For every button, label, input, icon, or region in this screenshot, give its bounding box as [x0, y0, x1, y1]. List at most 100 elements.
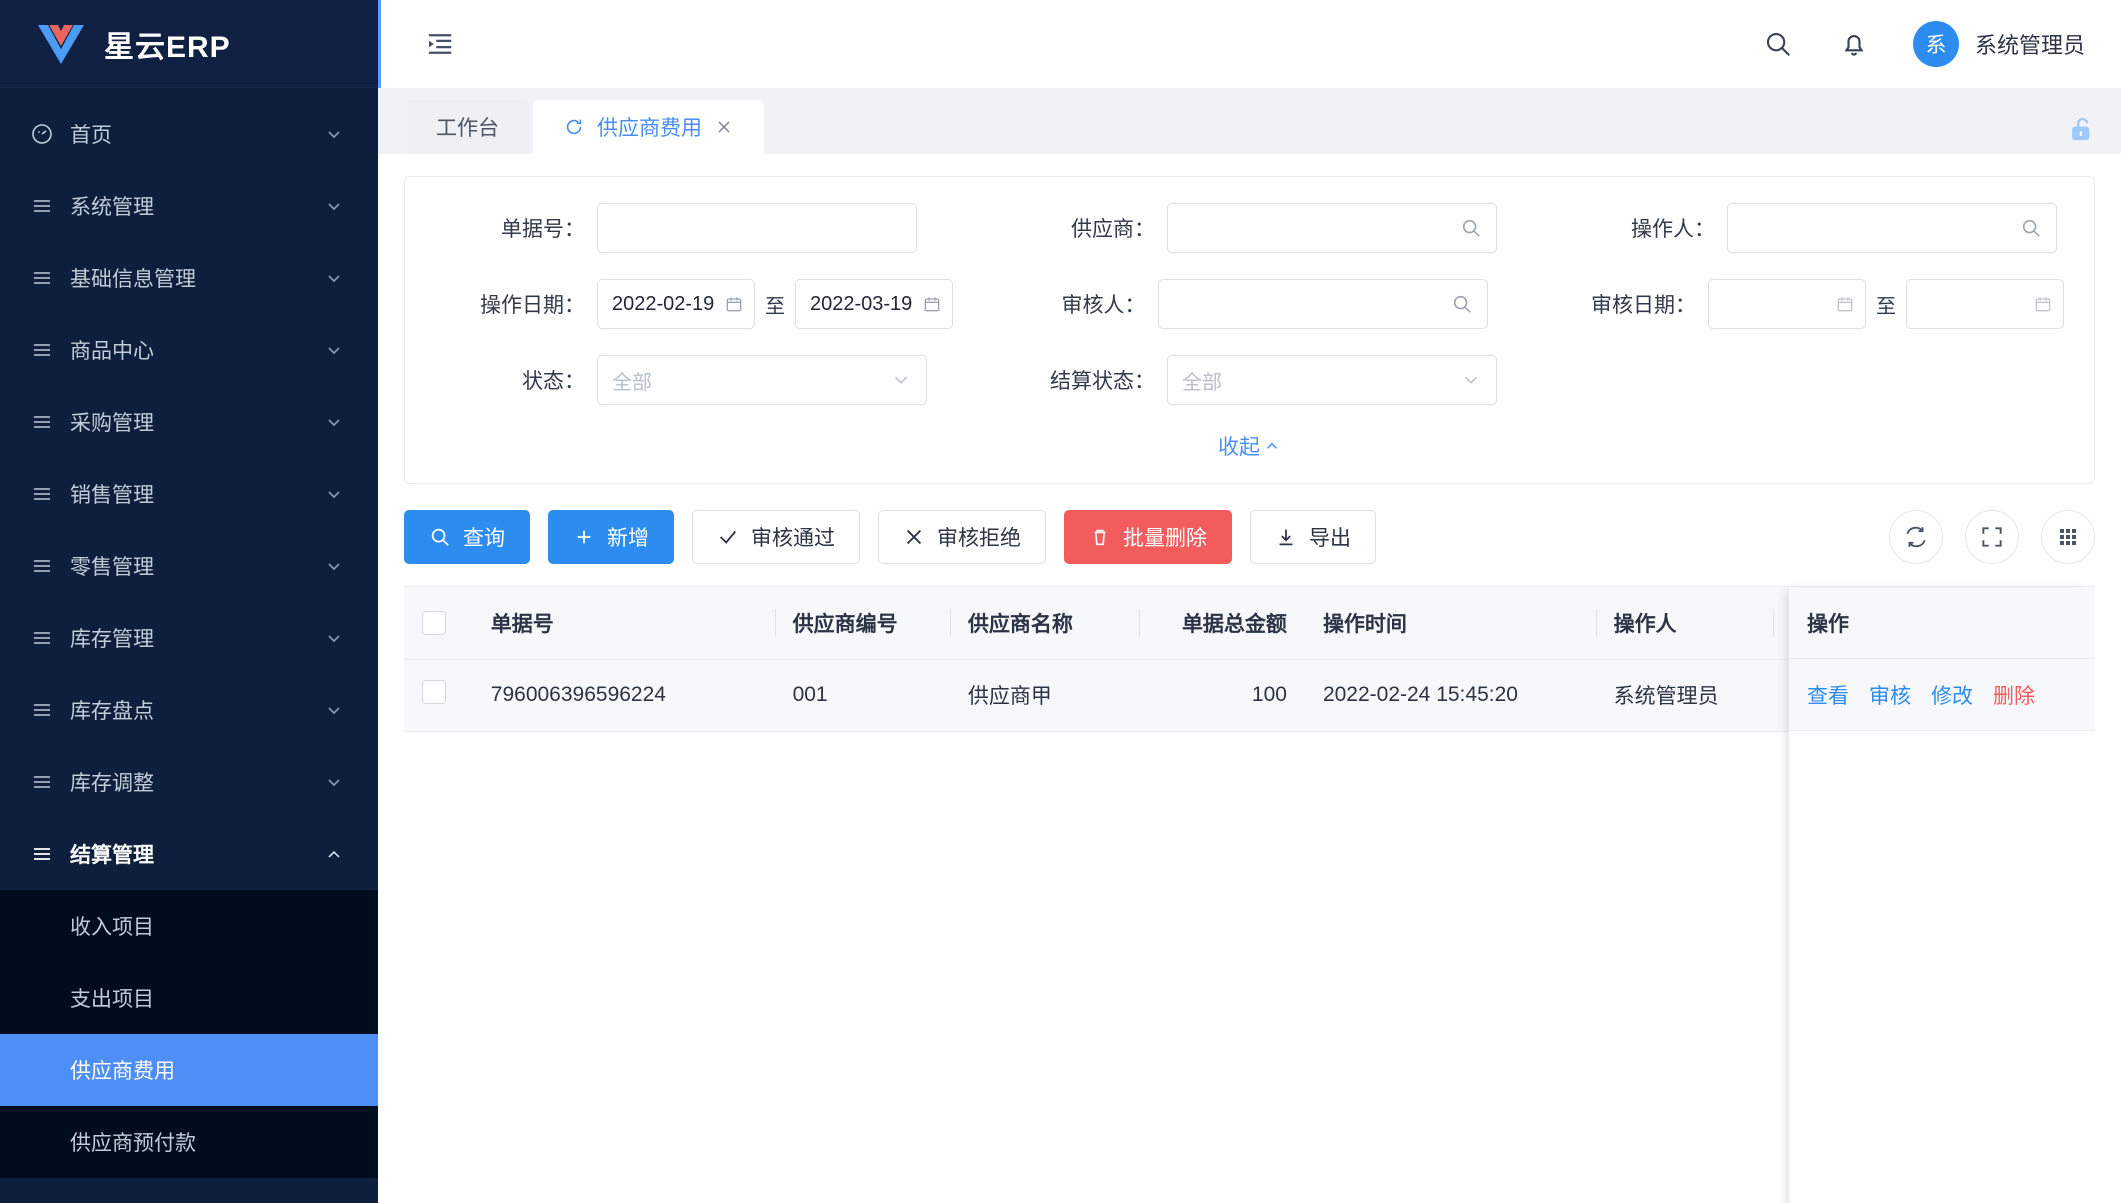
col-doc-no[interactable]: 单据号 [472, 587, 775, 660]
menu-fold-icon[interactable] [417, 21, 463, 67]
sidebar-subitem-supplier-prepay[interactable]: 供应商预付款 [0, 1106, 378, 1178]
audit-approve-button[interactable]: 审核通过 [692, 510, 860, 564]
sidebar: 星云ERP 首页 系统管理 基础信息管理 商品中心 采购管理 销售管理 零售管理… [0, 0, 378, 1203]
collapse-filters-link[interactable]: 收起 [1218, 431, 1281, 461]
fullscreen-button[interactable] [1965, 510, 2019, 564]
sidebar-item-inventory-count[interactable]: 库存盘点 [0, 674, 378, 746]
sidebar-item-label: 结算管理 [70, 844, 154, 867]
col-supplier-code[interactable]: 供应商编号 [774, 587, 950, 660]
query-button[interactable]: 查询 [404, 510, 530, 564]
table-tools [1889, 510, 2095, 564]
sidebar-item-label: 首页 [70, 124, 112, 147]
search-icon[interactable] [1460, 217, 1482, 239]
check-icon [717, 526, 739, 548]
close-icon[interactable] [714, 117, 734, 137]
audit-date-start-input[interactable] [1708, 279, 1866, 329]
sidebar-item-purchase-mgmt[interactable]: 采购管理 [0, 386, 378, 458]
sidebar-subitem-supplier-fee[interactable]: 供应商费用 [0, 1034, 378, 1106]
sidebar-item-inventory-mgmt[interactable]: 库存管理 [0, 602, 378, 674]
filter-audit-date: 审核日期： 至 [1536, 279, 2064, 329]
doc-no-input[interactable] [597, 203, 917, 253]
cell-supplier-name: 供应商甲 [949, 659, 1139, 732]
edit-action[interactable]: 修改 [1931, 680, 1973, 710]
calendar-icon[interactable] [2033, 294, 2053, 314]
sidebar-subitem-label: 供应商费用 [70, 1060, 175, 1083]
batch-delete-button[interactable]: 批量删除 [1064, 510, 1232, 564]
calendar-icon[interactable] [922, 294, 942, 314]
sidebar-subitem-label: 供应商预付款 [70, 1132, 196, 1155]
sidebar-item-basic-info-mgmt[interactable]: 基础信息管理 [0, 242, 378, 314]
sidebar-item-inventory-adjust[interactable]: 库存调整 [0, 746, 378, 818]
tab-label: 供应商费用 [597, 117, 702, 140]
settle-status-select[interactable]: 全部 [1167, 355, 1497, 405]
audit-action[interactable]: 审核 [1869, 680, 1911, 710]
column-label: 操作 [1807, 612, 1849, 636]
unlock-icon[interactable] [2067, 114, 2097, 144]
bell-icon[interactable] [1837, 27, 1871, 61]
col-supplier-name[interactable]: 供应商名称 [949, 587, 1139, 660]
sidebar-subitem-label: 支出项目 [70, 988, 154, 1011]
calendar-icon[interactable] [724, 294, 744, 314]
menu-lines-icon [30, 554, 64, 578]
cell-operator: 系统管理员 [1595, 659, 1774, 732]
sidebar-item-settlement-mgmt[interactable]: 结算管理 [0, 818, 378, 890]
filter-row-3: 状态： 全部 结算状态： 全部 [435, 355, 2064, 405]
export-button[interactable]: 导出 [1250, 510, 1376, 564]
add-button[interactable]: 新增 [548, 510, 674, 564]
search-icon[interactable] [2020, 217, 2042, 239]
audit-date-separator: 至 [1876, 295, 1896, 318]
sidebar-item-label: 库存管理 [70, 628, 154, 651]
row-actions: 查看 审核 修改 删除 [1807, 680, 2035, 710]
operator-input[interactable] [1727, 203, 2057, 253]
view-action[interactable]: 查看 [1807, 680, 1849, 710]
filter-supplier: 供应商： [995, 203, 1555, 253]
auditor-input[interactable] [1157, 279, 1488, 329]
sidebar-item-system-mgmt[interactable]: 系统管理 [0, 170, 378, 242]
status-select[interactable]: 全部 [597, 355, 927, 405]
refresh-table-button[interactable] [1889, 510, 1943, 564]
user-menu[interactable]: 系 系统管理员 [1912, 21, 2085, 67]
status-value: 全部 [612, 371, 652, 394]
fixed-action-column: 操作 查看 审核 修改 删除 [1789, 587, 2095, 1203]
sidebar-item-retail-mgmt[interactable]: 零售管理 [0, 530, 378, 602]
sidebar-item-product-center[interactable]: 商品中心 [0, 314, 378, 386]
op-date-end-input[interactable]: 2022-03-19 [795, 279, 953, 329]
col-operator[interactable]: 操作人 [1595, 587, 1774, 660]
tab-supplier-fee[interactable]: 供应商费用 [533, 100, 764, 154]
chevron-down-icon[interactable] [1460, 369, 1482, 391]
fixed-column-divider [1788, 587, 1789, 732]
sidebar-item-sales-mgmt[interactable]: 销售管理 [0, 458, 378, 530]
sidebar-subitem-expense-items[interactable]: 支出项目 [0, 962, 378, 1034]
audit-reject-button[interactable]: 审核拒绝 [878, 510, 1046, 564]
col-total-amount[interactable]: 单据总金额 [1138, 587, 1305, 660]
select-all-checkbox[interactable] [422, 610, 446, 635]
sidebar-item-home[interactable]: 首页 [0, 98, 378, 170]
menu-lines-icon [30, 482, 64, 506]
filter-label: 单据号： [501, 218, 585, 241]
chevron-down-icon [324, 196, 344, 216]
brand-name: 星云ERP [104, 30, 231, 64]
supplier-input[interactable] [1167, 203, 1497, 253]
x-icon [903, 526, 925, 548]
column-settings-button[interactable] [2041, 510, 2095, 564]
chevron-up-icon [324, 844, 344, 864]
chevron-down-icon [324, 412, 344, 432]
chevron-down-icon[interactable] [890, 369, 912, 391]
tab-workbench[interactable]: 工作台 [406, 100, 529, 154]
row-checkbox[interactable] [422, 680, 446, 704]
delete-action[interactable]: 删除 [1993, 680, 2035, 710]
col-op-time[interactable]: 操作时间 [1304, 587, 1596, 660]
chevron-down-icon [324, 124, 344, 144]
filter-row-1: 单据号： 供应商： 操作人： [435, 203, 2064, 253]
sidebar-subitem-income-items[interactable]: 收入项目 [0, 890, 378, 962]
top-bar-right: 系 系统管理员 [1761, 21, 2085, 67]
brand-logo-bar[interactable]: 星云ERP [0, 0, 378, 88]
op-date-start-input[interactable]: 2022-02-19 [597, 279, 755, 329]
audit-date-end-input[interactable] [1906, 279, 2064, 329]
calendar-icon[interactable] [1835, 294, 1855, 314]
cell-total-amount: 100 [1138, 659, 1305, 732]
search-icon[interactable] [1761, 27, 1795, 61]
row-select-cell [404, 659, 473, 732]
search-icon[interactable] [1451, 293, 1473, 315]
menu-lines-icon [30, 626, 64, 650]
